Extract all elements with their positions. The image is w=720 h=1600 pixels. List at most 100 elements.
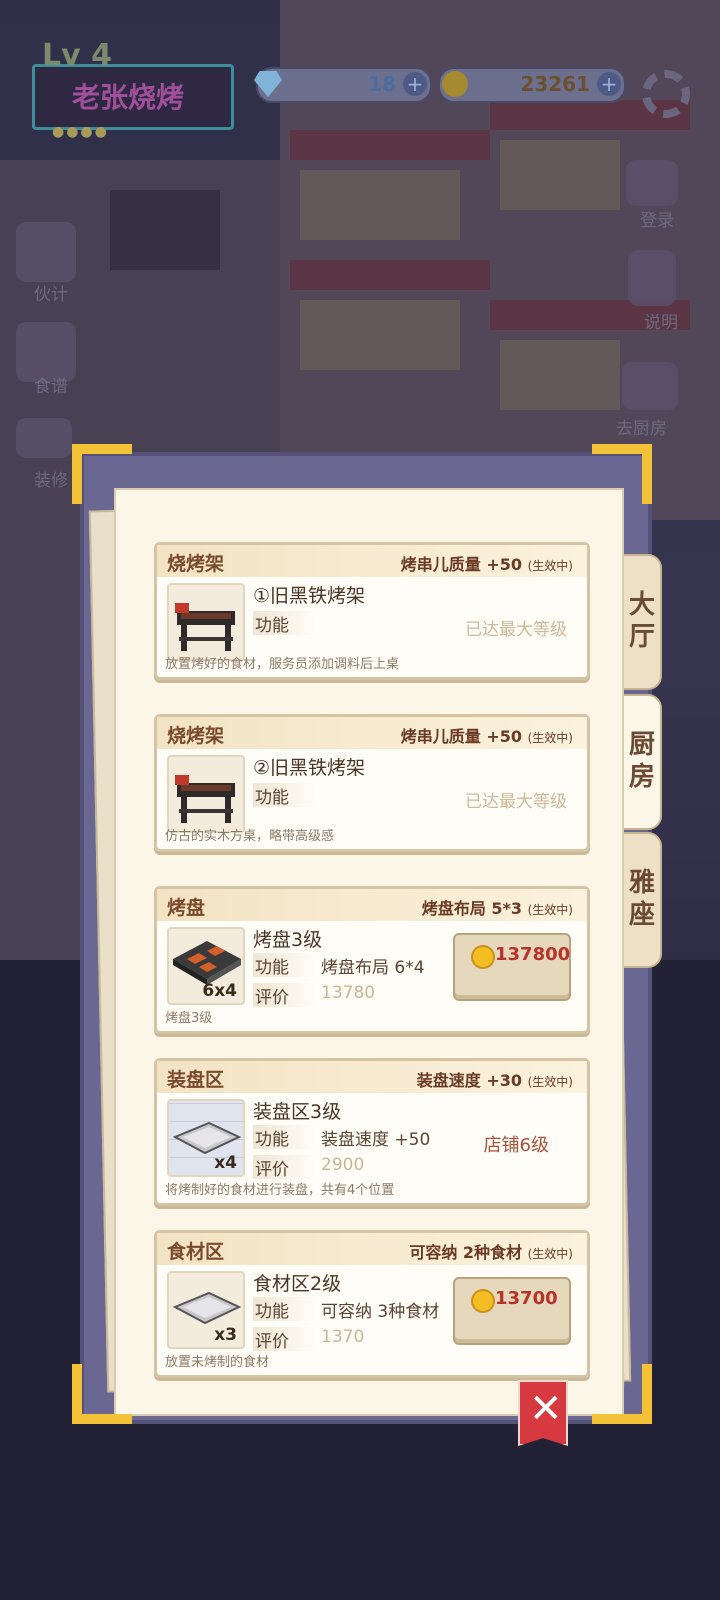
effect-status: (生效中)	[527, 559, 573, 573]
tab-private-room[interactable]: 雅座	[620, 832, 662, 968]
card-category: 装盘区	[167, 1069, 225, 1091]
tab-hall[interactable]: 大厅	[620, 554, 662, 690]
side-label-login[interactable]: 登录	[640, 206, 674, 231]
manual-icon[interactable]	[628, 250, 676, 306]
card-current-effect: 烤盘布局 5*3 (生效中)	[422, 895, 573, 919]
door-icon[interactable]	[622, 362, 678, 410]
side-label-kitchen[interactable]: 去厨房	[616, 414, 667, 439]
grill-thumbnail	[167, 583, 245, 661]
gem-counter: 18 +	[254, 67, 432, 103]
side-label-manual[interactable]: 说明	[644, 308, 678, 333]
coin-counter: 23261 +	[438, 67, 626, 103]
upgrade-card-ingredient-area: 食材区 可容纳 2种食材 (生效中) x3 食材区2级 功能 可容纳 3种食材 …	[154, 1230, 590, 1378]
upgrade-card-grill-plate: 烤盘 烤盘布局 5*3 (生效中) 6x4 烤盘3级 功能 烤盘布局 6*4 评…	[154, 886, 590, 1034]
item-description: 放置未烤制的食材	[165, 1355, 270, 1370]
rating-value: 13780	[321, 983, 376, 1003]
effect-status: (生效中)	[527, 731, 573, 745]
upgrade-price: 137800	[495, 944, 571, 965]
rating-dots: ●●●●	[52, 124, 109, 140]
effect-text: 装盘速度 +30	[416, 1071, 523, 1090]
effect-text: 可容纳 2种食材	[409, 1243, 523, 1262]
side-label-staff[interactable]: 伙计	[34, 280, 68, 305]
upgrade-buy-button[interactable]: 137800	[453, 933, 571, 1001]
rating-label: 评价	[253, 1155, 315, 1180]
function-value: 装盘速度 +50	[321, 1130, 431, 1150]
plating-tray-thumbnail: x4	[167, 1099, 245, 1177]
grill-plate-thumbnail: 6x4	[167, 927, 245, 1005]
function-label: 功能	[253, 953, 315, 978]
close-button[interactable]: ✕	[518, 1380, 568, 1446]
add-gems-button[interactable]: +	[403, 72, 427, 96]
effect-text: 烤串儿质量 +50	[400, 727, 523, 746]
tab-kitchen[interactable]: 厨房	[620, 694, 662, 830]
rating-label: 评价	[253, 1327, 315, 1352]
coin-icon	[471, 945, 495, 969]
item-description: 将烤制好的食材进行装盘，共有4个位置	[165, 1183, 395, 1198]
ingredient-tray-thumbnail: x3	[167, 1271, 245, 1349]
upgrade-card-grill-1: 烧烤架 烤串儿质量 +50 (生效中) ①旧黑铁烤架 功能 已达最大等级 放置烤…	[154, 542, 590, 680]
coin-icon	[471, 1289, 495, 1313]
item-name: 装盘区3级	[253, 1101, 342, 1123]
quantity-label: 6x4	[202, 981, 237, 1001]
function-label: 功能	[253, 1297, 315, 1322]
add-coins-button[interactable]: +	[597, 72, 621, 96]
frame-corner	[592, 444, 652, 504]
frame-corner	[72, 444, 132, 504]
max-level-text: 已达最大等级	[465, 620, 567, 640]
upgrade-price: 13700	[495, 1288, 558, 1309]
max-level-text: 已达最大等级	[465, 792, 567, 812]
function-label: 功能	[253, 783, 315, 808]
grill-icon	[175, 775, 235, 823]
card-category: 烧烤架	[167, 553, 225, 575]
function-value: 可容纳 3种食材	[321, 1302, 440, 1322]
card-current-effect: 烤串儿质量 +50 (生效中)	[401, 723, 573, 747]
gem-count: 18	[368, 72, 396, 96]
upgrade-card-grill-2: 烧烤架 烤串儿质量 +50 (生效中) ②旧黑铁烤架 功能 已达最大等级 仿古的…	[154, 714, 590, 852]
function-label: 功能	[253, 611, 315, 636]
side-label-recipe[interactable]: 食谱	[34, 372, 68, 397]
effect-text: 烤串儿质量 +50	[400, 555, 523, 574]
item-name: 食材区2级	[253, 1273, 342, 1295]
function-label: 功能	[253, 1125, 315, 1150]
coin-count: 23261	[520, 72, 590, 96]
item-description: 仿古的实木方桌，略带高级感	[165, 829, 335, 844]
effect-status: (生效中)	[527, 1247, 573, 1261]
gem-icon	[254, 71, 282, 97]
upgrade-buy-button[interactable]: 13700	[453, 1277, 571, 1345]
tab-hall-label: 大厅	[624, 590, 655, 654]
effect-text: 烤盘布局 5*3	[421, 899, 523, 918]
settings-gear-icon[interactable]	[642, 70, 690, 118]
shop-name: 老张烧烤	[72, 81, 185, 114]
card-current-effect: 可容纳 2种食材 (生效中)	[409, 1239, 573, 1263]
upgrade-card-plating-area: 装盘区 装盘速度 +30 (生效中) x4 装盘区3级 功能 装盘速度 +50 …	[154, 1058, 590, 1206]
function-value: 烤盘布局 6*4	[321, 958, 425, 978]
card-current-effect: 烤串儿质量 +50 (生效中)	[401, 551, 573, 575]
frame-corner	[592, 1364, 652, 1424]
staff-icon[interactable]	[16, 222, 76, 282]
calendar-icon[interactable]	[626, 160, 678, 206]
rating-label: 评价	[253, 983, 315, 1008]
close-icon: ✕	[529, 1386, 563, 1432]
coin-icon	[442, 71, 468, 97]
card-category: 食材区	[167, 1241, 225, 1263]
grill-thumbnail	[167, 755, 245, 833]
unlock-requirement: 店铺6级	[483, 1135, 549, 1156]
item-description: 烤盘3级	[165, 1011, 213, 1026]
item-name: 烤盘3级	[253, 929, 323, 951]
card-current-effect: 装盘速度 +30 (生效中)	[417, 1067, 573, 1091]
side-label-decor[interactable]: 装修	[34, 466, 68, 491]
rating-value: 1370	[321, 1327, 365, 1347]
rating-value: 2900	[321, 1155, 365, 1175]
tab-kitchen-label: 厨房	[624, 730, 655, 794]
item-name: ①旧黑铁烤架	[253, 585, 366, 607]
quantity-label: x3	[214, 1325, 237, 1345]
tab-private-room-label: 雅座	[624, 868, 655, 932]
card-category: 烤盘	[167, 897, 206, 919]
effect-status: (生效中)	[527, 1075, 573, 1089]
level-label: Lv 4	[42, 38, 112, 73]
grill-icon	[175, 603, 235, 651]
item-name: ②旧黑铁烤架	[253, 757, 366, 779]
item-description: 放置烤好的食材，服务员添加调料后上桌	[165, 657, 400, 672]
effect-status: (生效中)	[527, 903, 573, 917]
decor-icon[interactable]	[16, 418, 72, 458]
